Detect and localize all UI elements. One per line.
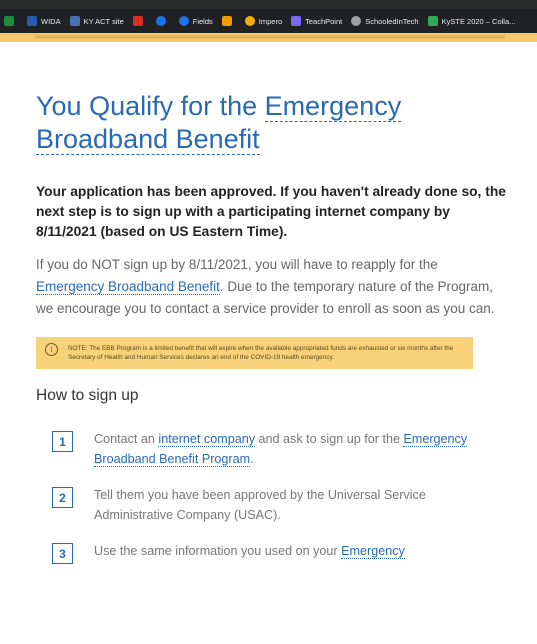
bookmark-blue-circle[interactable] (155, 16, 170, 26)
step-item: 3 Use the same information you used on y… (36, 541, 501, 564)
step-item: 1 Contact an internet company and ask to… (36, 429, 501, 469)
info-icon: i (45, 343, 58, 356)
step-number: 3 (52, 543, 73, 564)
note-text: NOTE: The EBB Program is a limited benef… (68, 345, 454, 361)
bookmark-kyste[interactable]: KySTE 2020 – Colla... (427, 16, 516, 26)
ebb-link[interactable]: Emergency Broadband Benefit (36, 279, 220, 295)
page-title: You Qualify for the Emergency Broadband … (36, 90, 501, 156)
green-square-icon (4, 16, 14, 26)
reapply-paragraph: If you do NOT sign up by 8/11/2021, you … (36, 254, 506, 320)
step-text-part: Contact an (94, 432, 159, 446)
step-text-part: and ask to sign up for the (255, 432, 404, 446)
step-text: Contact an internet company and ask to s… (94, 429, 479, 469)
approval-message: Your application has been approved. If y… (36, 184, 506, 239)
bookmark-ky-act[interactable]: KY ACT site (69, 16, 124, 26)
bookmark-schooledintech[interactable]: SchooledInTech (351, 16, 419, 26)
bookmark-fields[interactable]: Fields (178, 16, 213, 26)
bookmark-w[interactable] (221, 16, 236, 26)
wida-icon (27, 16, 37, 26)
internet-company-link[interactable]: internet company (158, 432, 256, 447)
bookmark-impero[interactable]: Impero (244, 16, 283, 26)
bookmark-red-a[interactable] (132, 16, 147, 26)
step-number: 2 (52, 487, 73, 508)
step-text-part: Use the same information you used on you… (94, 544, 342, 558)
bookmarks-bar: WIDA KY ACT site Fields Impero TeachPoin… (0, 9, 537, 33)
bookmark-teachpoint[interactable]: TeachPoint (291, 16, 342, 26)
bookmark-label: SchooledInTech (365, 16, 419, 26)
main-content: You Qualify for the Emergency Broadband … (0, 42, 537, 580)
title-text: You Qualify for the (36, 91, 265, 121)
fields-icon (178, 16, 189, 26)
bookmark-label: KY ACT site (83, 16, 124, 26)
step-item: 2 Tell them you have been approved by th… (36, 485, 501, 525)
title-link-emergency[interactable]: Emergency (264, 91, 402, 122)
bookmark-label: Impero (258, 16, 283, 26)
emergency-link[interactable]: Emergency (341, 544, 405, 559)
act-icon (69, 16, 80, 26)
kyste-icon (427, 16, 438, 26)
step-text-part: . (250, 452, 254, 466)
bookmark-label: TeachPoint (305, 16, 343, 26)
red-a-icon (132, 16, 143, 26)
impero-icon (244, 16, 255, 26)
blue-circle-icon (155, 16, 166, 26)
w-icon (221, 16, 232, 26)
bookmark-label: KySTE 2020 – Colla... (441, 16, 516, 26)
step-text: Tell them you have been approved by the … (94, 488, 426, 522)
bookmark-label: WIDA (41, 16, 61, 26)
note-box: i NOTE: The EBB Program is a limited ben… (36, 337, 473, 369)
title-link-broadband-benefit[interactable]: Broadband Benefit (36, 124, 260, 155)
para-text: If you do NOT sign up by 8/11/2021, you … (36, 257, 438, 272)
bookmark-label: Fields (192, 16, 213, 26)
step-number: 1 (52, 431, 73, 452)
bookmark-green[interactable] (4, 16, 18, 26)
step-text: Use the same information you used on you… (94, 541, 479, 561)
steps-list: 1 Contact an internet company and ask to… (36, 429, 501, 564)
how-to-heading: How to sign up (36, 387, 139, 404)
top-banner-peek (0, 33, 537, 42)
schooledintech-icon (351, 16, 362, 26)
teachpoint-icon (291, 16, 302, 26)
bookmark-wida[interactable]: WIDA (27, 16, 61, 26)
address-bar-strip (0, 0, 537, 9)
